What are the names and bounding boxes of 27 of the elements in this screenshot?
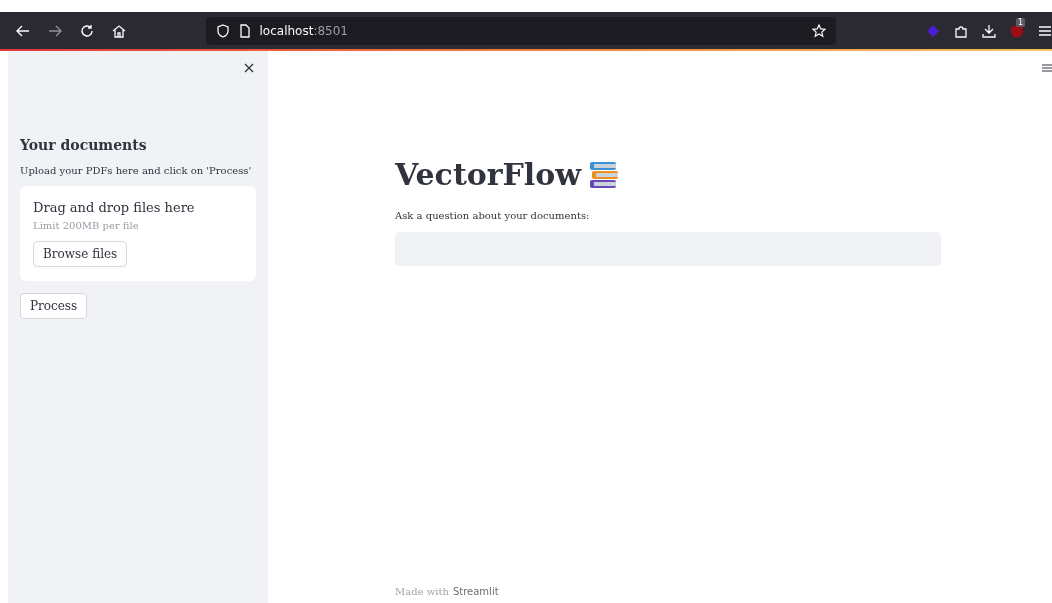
process-button[interactable]: Process xyxy=(20,293,88,319)
sidebar-heading: Your documents xyxy=(20,137,148,153)
home-icon[interactable] xyxy=(112,23,126,38)
address-bar[interactable]: localhost:8501 xyxy=(205,16,836,45)
reload-icon[interactable] xyxy=(80,23,94,38)
dropzone-title: Drag and drop files here xyxy=(33,200,195,215)
menu-icon[interactable] xyxy=(1038,23,1052,38)
address-text: localhost:8501 xyxy=(259,23,348,38)
browse-files-button[interactable]: Browse files xyxy=(33,241,128,267)
question-label: Ask a question about your documents: xyxy=(395,210,591,221)
forward-icon[interactable] xyxy=(48,23,62,38)
sidebar-caption: Upload your PDFs here and click on 'Process' xyxy=(20,165,253,176)
shield-icon xyxy=(215,23,230,38)
extension-badge: 1 xyxy=(1016,17,1026,27)
size-limit-text: Limit 200MB per file xyxy=(33,220,139,231)
close-button[interactable] xyxy=(242,61,256,75)
books-icon xyxy=(589,160,620,189)
footer-text: Made with xyxy=(395,586,449,597)
file-dropzone[interactable]: Drag and drop files here Limit 200MB per file Browse files xyxy=(20,186,256,281)
streamlit-link[interactable]: Streamlit xyxy=(452,586,499,597)
shield-icon[interactable] xyxy=(1010,23,1024,38)
star-icon[interactable] xyxy=(812,23,826,38)
page-title: VectorFlow xyxy=(395,157,582,192)
puzzle-icon[interactable] xyxy=(954,23,968,38)
page-icon xyxy=(237,23,252,38)
download-icon[interactable] xyxy=(982,23,996,38)
back-icon[interactable] xyxy=(16,23,30,38)
